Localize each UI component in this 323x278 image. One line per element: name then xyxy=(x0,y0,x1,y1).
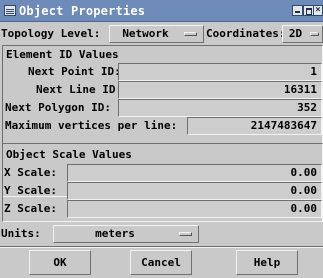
topology-label: Topology Level: xyxy=(1,27,101,40)
max-vertices-field[interactable]: 2147483647 xyxy=(187,117,322,135)
coordinates-value: 2D xyxy=(288,27,303,40)
ok-button[interactable]: OK xyxy=(29,250,91,275)
units-label: Units: xyxy=(1,227,41,240)
window-menu-icon[interactable] xyxy=(4,5,16,16)
y-scale-label: Y Scale: xyxy=(4,184,57,197)
object-scale-group: Object Scale Values X Scale: 0.00 Y Scal… xyxy=(2,143,323,222)
x-scale-label: X Scale: xyxy=(4,166,57,179)
object-properties-window: Object Properties × Topology Level: Netw… xyxy=(0,0,323,278)
next-point-label: Next Point ID: xyxy=(28,65,121,78)
close-icon[interactable]: × xyxy=(313,5,323,16)
button-separator xyxy=(0,246,323,248)
coordinates-select[interactable]: 2D xyxy=(282,25,323,43)
x-scale-field[interactable]: 0.00 xyxy=(67,164,322,182)
element-id-heading: Element ID Values xyxy=(6,48,119,61)
z-scale-label: Z Scale: xyxy=(4,202,57,215)
title-bar[interactable]: Object Properties × xyxy=(0,0,323,22)
next-polygon-label: Next Polygon ID: xyxy=(5,101,111,114)
option-menu-indicator-icon xyxy=(184,32,197,36)
topology-level-select[interactable]: Network xyxy=(109,25,204,43)
next-line-id-field[interactable]: 16311 xyxy=(118,81,322,99)
window-title: Object Properties xyxy=(19,4,146,18)
z-scale-field[interactable]: 0.00 xyxy=(67,200,322,218)
coordinates-label: Coordinates: xyxy=(206,27,286,40)
help-button[interactable]: Help xyxy=(236,250,298,275)
next-point-id-field[interactable]: 1 xyxy=(118,63,322,81)
next-line-label: Next Line ID: xyxy=(36,83,123,96)
max-vertices-label: Maximum vertices per line: xyxy=(5,119,178,132)
option-menu-indicator-icon xyxy=(310,32,319,36)
minimize-icon[interactable] xyxy=(292,5,303,16)
y-scale-field[interactable]: 0.00 xyxy=(67,182,322,200)
topology-level-value: Network xyxy=(122,27,169,40)
object-scale-heading: Object Scale Values xyxy=(6,148,132,161)
option-menu-indicator-icon xyxy=(179,232,192,236)
units-select[interactable]: meters xyxy=(53,225,199,243)
units-value: meters xyxy=(95,227,135,240)
cancel-button[interactable]: Cancel xyxy=(130,250,192,275)
next-polygon-id-field[interactable]: 352 xyxy=(118,99,322,117)
